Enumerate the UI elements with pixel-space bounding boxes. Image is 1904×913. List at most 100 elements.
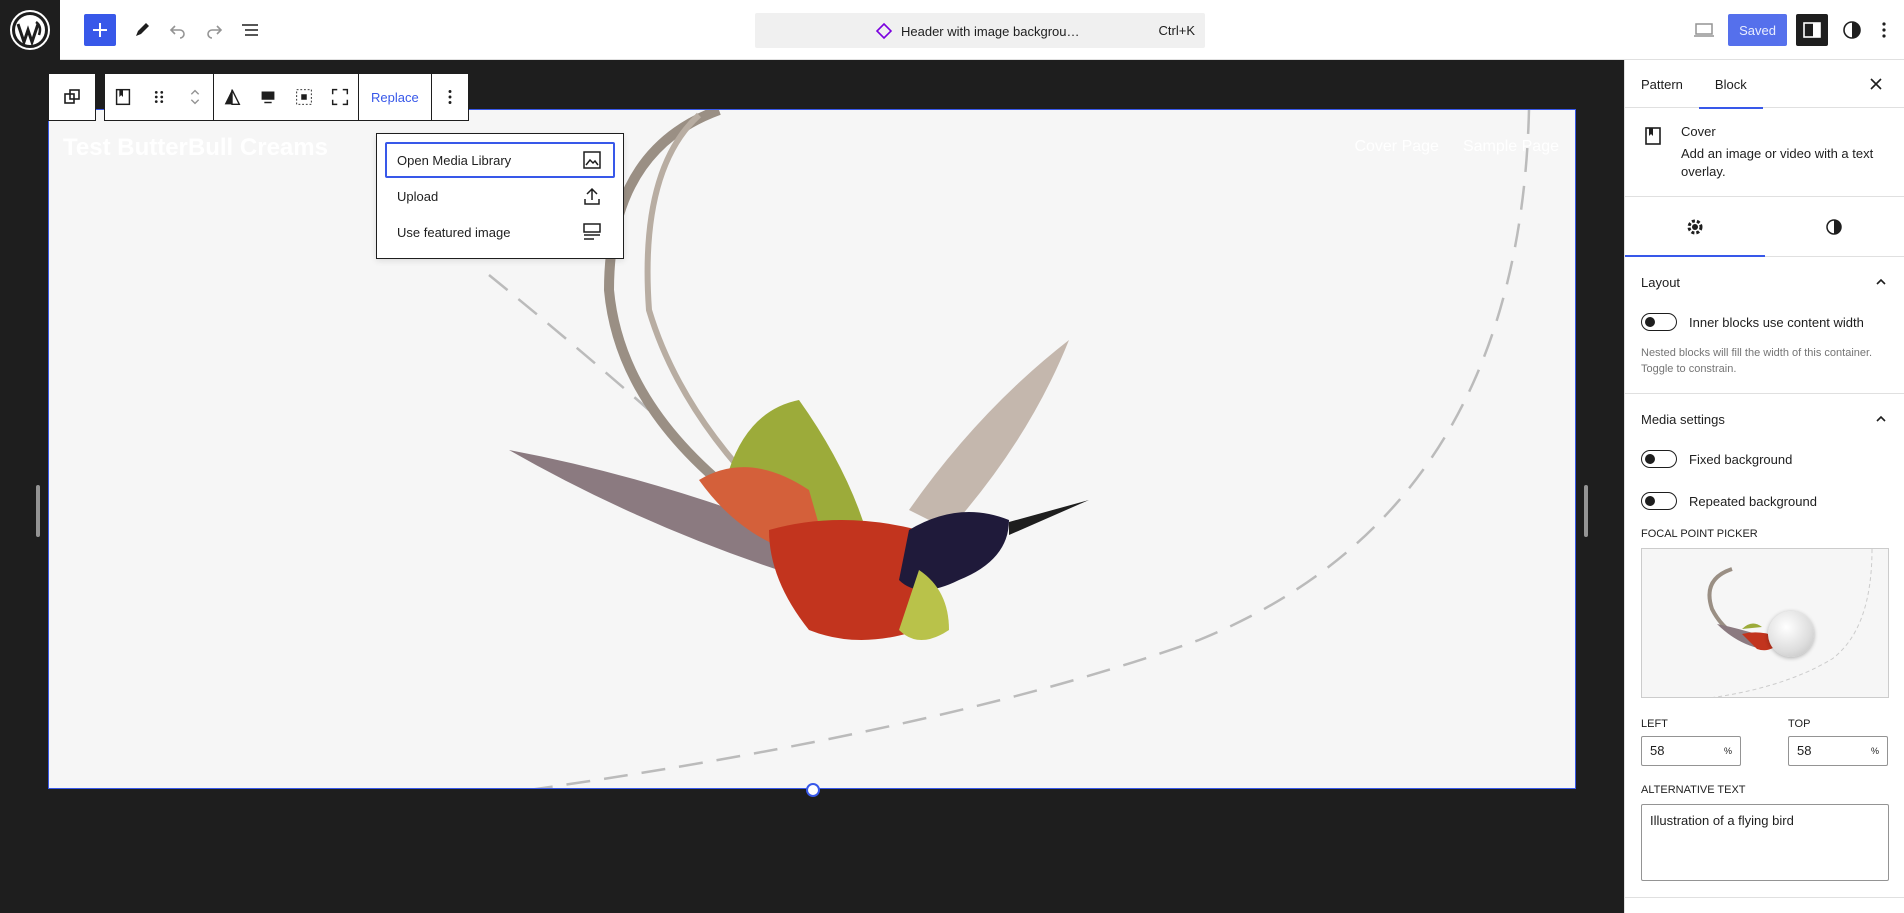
focal-top-label: TOP <box>1788 718 1811 730</box>
tab-styles[interactable] <box>1765 197 1904 256</box>
focal-left-value: 58 <box>1650 743 1665 758</box>
wordpress-logo-button[interactable] <box>0 0 60 60</box>
focal-point-thumbnail <box>1707 549 1873 697</box>
focal-top-field: TOP 58 % <box>1788 718 1888 766</box>
sidebar-tabs: Pattern Block <box>1625 60 1904 109</box>
nav-link-sample-page[interactable]: Sample Page <box>1463 138 1559 156</box>
block-card-description: Add an image or video with a text overla… <box>1681 146 1874 179</box>
repeated-background-toggle[interactable] <box>1641 492 1677 510</box>
repeated-background-row: Repeated background <box>1641 486 1888 516</box>
options-button[interactable] <box>1868 14 1900 46</box>
drag-handle-icon[interactable] <box>147 85 171 109</box>
toolbar-group-options <box>432 74 468 120</box>
list-view-icon <box>242 24 258 36</box>
content-width-toggle[interactable] <box>1641 313 1677 331</box>
cover-block[interactable]: Test ButterBull Creams Cover Page Sample… <box>48 109 1576 789</box>
cover-block-icon <box>1645 127 1661 145</box>
content-width-help: Nested blocks will fill the width of thi… <box>1641 347 1873 375</box>
layout-panel-toggle[interactable]: Layout <box>1641 257 1888 307</box>
cover-block-icon[interactable] <box>111 85 135 109</box>
media-panel-title: Media settings <box>1641 411 1725 427</box>
fixed-background-label: Fixed background <box>1689 451 1793 467</box>
focal-point-picker[interactable] <box>1641 548 1889 698</box>
focal-coordinates-row: LEFT 58 % TOP 58 % <box>1641 718 1888 766</box>
alt-text-label: ALTERNATIVE TEXT <box>1641 784 1746 796</box>
redo-icon <box>207 25 223 39</box>
repeated-background-label: Repeated background <box>1689 493 1817 509</box>
focal-left-unit: % <box>1723 746 1732 756</box>
content-position-icon[interactable] <box>256 85 280 109</box>
more-vertical-icon[interactable] <box>438 85 462 109</box>
replace-media-menu: Open Media Library Upload Use featured i… <box>376 133 624 259</box>
wordpress-icon <box>10 10 50 50</box>
tab-settings[interactable] <box>1625 197 1765 257</box>
close-sidebar-button[interactable] <box>1864 72 1888 96</box>
redo-button[interactable] <box>198 14 230 46</box>
command-title: Header with image backgrou… <box>875 22 1079 40</box>
menu-item-label: Use featured image <box>397 224 511 240</box>
chevron-up-icon <box>1876 415 1886 422</box>
menu-item-label: Upload <box>397 188 439 204</box>
full-height-icon[interactable] <box>328 85 352 109</box>
focal-top-value: 58 <box>1797 743 1812 758</box>
tab-pattern[interactable]: Pattern <box>1625 60 1699 108</box>
save-button[interactable]: Saved <box>1728 14 1787 46</box>
replace-button[interactable]: Replace <box>365 90 425 105</box>
toolbar-group-block <box>105 74 214 120</box>
content-width-row: Inner blocks use content width <box>1641 307 1888 337</box>
styles-button[interactable] <box>1836 14 1868 46</box>
document-overview-button[interactable] <box>234 14 266 46</box>
site-title[interactable]: Test ButterBull Creams <box>63 134 328 162</box>
duotone-icon[interactable] <box>220 85 244 109</box>
content-width-label: Inner blocks use content width <box>1689 314 1864 330</box>
tab-block[interactable]: Block <box>1698 60 1763 109</box>
preview-button[interactable] <box>1688 14 1720 46</box>
settings-sidebar: Pattern Block Cover Add an image or vide… <box>1624 60 1904 913</box>
fixed-background-toggle[interactable] <box>1641 450 1677 468</box>
focal-left-input[interactable]: 58 % <box>1641 736 1741 766</box>
tools-button[interactable] <box>126 14 158 46</box>
move-up-down-icon[interactable] <box>183 85 207 109</box>
command-title-text: Header with image backgrou… <box>901 23 1080 39</box>
layout-panel: Layout Inner blocks use content width Ne… <box>1625 257 1904 394</box>
navigation: Cover Page Sample Page <box>1354 138 1559 156</box>
gear-icon <box>1687 219 1703 234</box>
undo-button[interactable] <box>162 14 194 46</box>
upload-item[interactable]: Upload <box>385 178 615 214</box>
layout-panel-title: Layout <box>1641 274 1681 290</box>
open-media-library-item[interactable]: Open Media Library <box>385 142 615 178</box>
half-circle-icon <box>1826 218 1842 235</box>
cover-resize-handle[interactable] <box>806 783 820 797</box>
featured-image-icon <box>583 223 601 240</box>
select-parent-button[interactable] <box>48 73 96 121</box>
desktop-icon <box>1694 23 1714 37</box>
block-card: Cover Add an image or video with a text … <box>1625 108 1904 197</box>
focal-top-input[interactable]: 58 % <box>1788 736 1888 766</box>
media-panel-toggle[interactable]: Media settings <box>1641 394 1888 444</box>
toolbar-group-replace: Replace <box>359 74 432 120</box>
editor-header: Header with image backgrou… Ctrl+K Saved <box>0 0 1904 60</box>
block-toolbar: Replace <box>104 73 469 121</box>
command-palette-bar[interactable]: Header with image backgrou… Ctrl+K <box>755 13 1205 48</box>
resize-handle-left[interactable] <box>36 485 40 537</box>
undo-icon <box>169 25 185 39</box>
sidebar-icon <box>1803 22 1821 38</box>
settings-button[interactable] <box>1796 14 1828 46</box>
focal-point-label: FOCAL POINT PICKER <box>1641 528 1758 540</box>
more-vertical-icon <box>1882 22 1886 38</box>
block-card-title: Cover <box>1681 124 1716 139</box>
chevron-up-icon <box>1876 278 1886 285</box>
add-block-button[interactable] <box>84 14 116 46</box>
plus-icon <box>93 23 107 37</box>
nav-link-cover-page[interactable]: Cover Page <box>1354 138 1439 156</box>
upload-icon <box>584 187 600 205</box>
inspector-tabs <box>1625 197 1904 257</box>
close-icon <box>1870 78 1882 90</box>
image-icon <box>583 151 601 169</box>
alt-text-input[interactable]: Illustration of a flying bird <box>1641 804 1889 881</box>
focal-point-handle[interactable] <box>1768 611 1814 657</box>
menu-item-label: Open Media Library <box>397 152 512 168</box>
align-icon[interactable] <box>292 85 316 109</box>
resize-handle-right[interactable] <box>1584 485 1588 537</box>
use-featured-image-item[interactable]: Use featured image <box>385 214 615 250</box>
